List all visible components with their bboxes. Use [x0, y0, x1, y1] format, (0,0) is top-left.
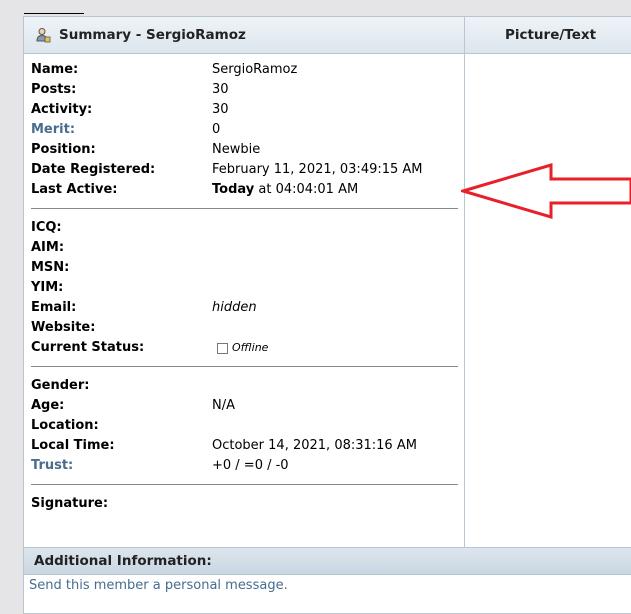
- posts-value: 30: [212, 82, 229, 97]
- last-active-value: Today at 04:04:01 AM: [212, 180, 358, 200]
- additional-info-header: Additional Information:: [24, 547, 631, 575]
- signature-row: Signature:: [31, 494, 451, 514]
- msn-label: MSN:: [31, 260, 70, 275]
- trust-row: Trust: +0 / =0 / -0: [31, 456, 451, 476]
- merit-value: 0: [212, 122, 221, 137]
- email-hidden: hidden: [212, 300, 257, 315]
- top-underline: [24, 13, 84, 14]
- email-value: hidden: [212, 298, 257, 318]
- registered-label: Date Registered:: [31, 162, 156, 177]
- local-time-label: Local Time:: [31, 438, 115, 453]
- gender-row: Gender:: [31, 376, 451, 396]
- email-row: Email: hidden: [31, 298, 451, 318]
- name-label: Name:: [31, 62, 79, 77]
- last-active-label: Last Active:: [31, 182, 118, 197]
- position-value: Newbie: [212, 142, 261, 157]
- trust-link[interactable]: Trust:: [31, 456, 73, 476]
- local-time-row: Local Time: October 14, 2021, 08:31:16 A…: [31, 436, 451, 456]
- summary-title: Summary - SergioRamoz: [59, 27, 246, 43]
- age-row: Age: N/A: [31, 396, 451, 416]
- position-row: Position: Newbie: [31, 140, 451, 160]
- summary-header: Summary - SergioRamoz: [24, 17, 465, 54]
- divider-1: [31, 208, 458, 209]
- icq-label: ICQ:: [31, 220, 62, 235]
- posts-row: Posts: 30: [31, 80, 451, 100]
- divider-2: [31, 366, 458, 367]
- gender-label: Gender:: [31, 378, 90, 393]
- offline-status-icon: [217, 343, 228, 354]
- yim-row: YIM:: [31, 278, 451, 298]
- merit-row: Merit: 0: [31, 120, 451, 140]
- position-label: Position:: [31, 142, 96, 157]
- additional-info-title: Additional Information:: [34, 553, 212, 569]
- activity-value: 30: [212, 102, 229, 117]
- registered-value: February 11, 2021, 03:49:15 AM: [212, 162, 423, 177]
- column-divider: [464, 53, 465, 547]
- last-active-time: at 04:04:01 AM: [254, 182, 359, 197]
- last-active-today: Today: [212, 182, 255, 197]
- name-row: Name: SergioRamoz: [31, 60, 451, 80]
- profile-panel: Summary - SergioRamoz Picture/Text Name:…: [23, 16, 631, 614]
- status-label: Current Status:: [31, 340, 145, 355]
- activity-row: Activity: 30: [31, 100, 451, 120]
- local-time-value: October 14, 2021, 08:31:16 AM: [212, 438, 417, 453]
- status-row: Current Status: Offline: [31, 338, 451, 358]
- send-pm-link[interactable]: Send this member a personal message.: [29, 578, 288, 593]
- trust-value: +0 / =0 / -0: [212, 458, 289, 473]
- picture-text-header: Picture/Text: [465, 17, 631, 54]
- age-label: Age:: [31, 398, 65, 413]
- yim-label: YIM:: [31, 280, 64, 295]
- status-value: Offline: [217, 338, 268, 358]
- name-value: SergioRamoz: [212, 62, 298, 77]
- activity-label: Activity:: [31, 102, 93, 117]
- location-label: Location:: [31, 418, 99, 433]
- status-text: Offline: [232, 341, 269, 354]
- merit-link[interactable]: Merit:: [31, 120, 75, 140]
- aim-row: AIM:: [31, 238, 451, 258]
- red-arrow-annotation: [461, 163, 631, 220]
- website-row: Website:: [31, 318, 451, 338]
- age-value: N/A: [212, 398, 235, 413]
- location-row: Location:: [31, 416, 451, 436]
- registered-row: Date Registered: February 11, 2021, 03:4…: [31, 160, 451, 180]
- divider-3: [31, 484, 458, 485]
- posts-label: Posts:: [31, 82, 77, 97]
- user-icon: [36, 28, 51, 43]
- msn-row: MSN:: [31, 258, 451, 278]
- aim-label: AIM:: [31, 240, 65, 255]
- signature-label: Signature:: [31, 496, 109, 511]
- last-active-row: Last Active: Today at 04:04:01 AM: [31, 180, 451, 200]
- website-label: Website:: [31, 320, 96, 335]
- email-label: Email:: [31, 300, 77, 315]
- icq-row: ICQ:: [31, 218, 451, 238]
